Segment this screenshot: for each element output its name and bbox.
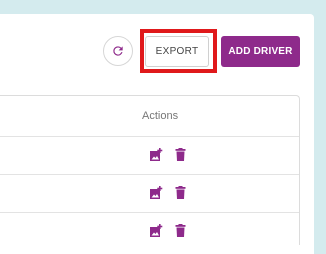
delete-icon[interactable] (175, 148, 188, 162)
add-driver-button[interactable]: ADD DRIVER (221, 36, 300, 67)
export-button[interactable]: EXPORT (145, 36, 209, 67)
add-image-icon[interactable] (150, 224, 163, 238)
table-header: Actions (0, 96, 299, 137)
table-row (0, 137, 299, 175)
refresh-button[interactable] (103, 36, 133, 66)
drivers-table: Actions (0, 95, 300, 245)
delete-icon[interactable] (175, 224, 188, 238)
delete-icon[interactable] (175, 186, 188, 200)
add-image-icon[interactable] (150, 148, 163, 162)
actions-column-header: Actions (142, 110, 179, 122)
row-actions (150, 186, 188, 200)
add-image-icon[interactable] (150, 186, 163, 200)
row-actions (150, 224, 188, 238)
table-row (0, 213, 299, 250)
table-row (0, 175, 299, 213)
row-actions (150, 148, 188, 162)
refresh-icon (113, 46, 123, 56)
